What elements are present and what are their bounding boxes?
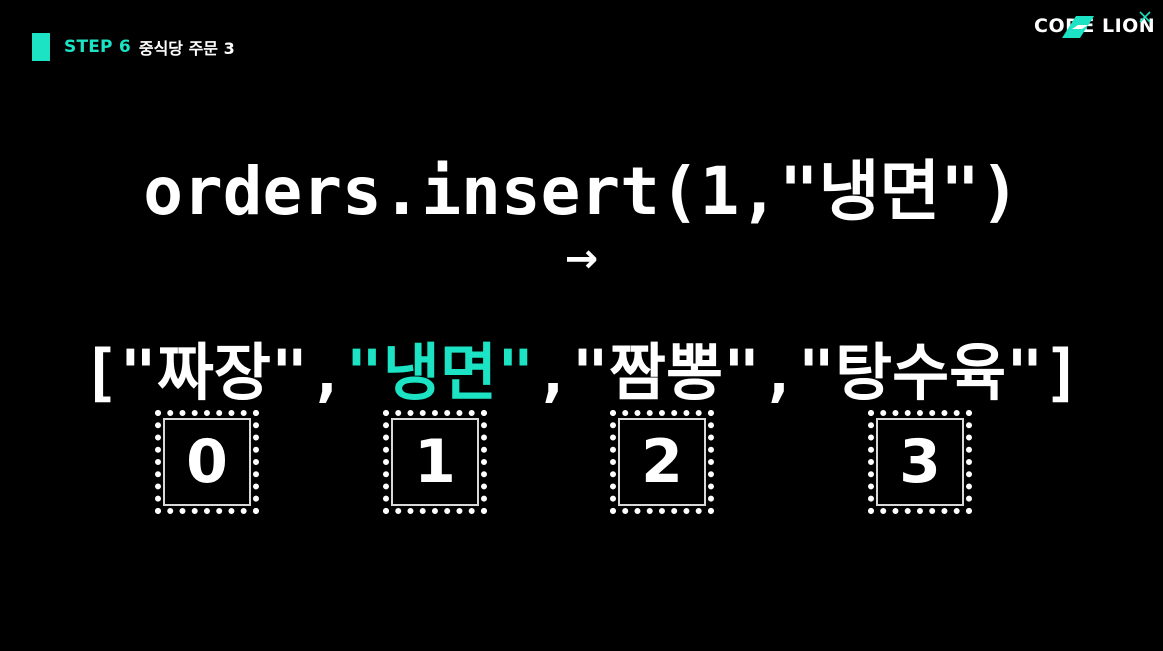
- step-header: STEP 6 중식당 주문 3: [32, 33, 235, 61]
- close-icon: [1139, 11, 1151, 23]
- array-item-2: "짬뽕": [571, 336, 761, 409]
- step-label: STEP 6: [64, 37, 131, 57]
- array-item-0: "짜장": [119, 336, 309, 409]
- array-literal: ["짜장","냉면","짬뽕","탕수육"]: [0, 322, 1163, 412]
- logo-slash-icon: [1062, 16, 1094, 38]
- array-close-bracket: ]: [1043, 336, 1081, 409]
- index-box-1: 1: [383, 410, 487, 514]
- code-lion-logo: CODE LION: [1034, 11, 1155, 44]
- array-separator: ,: [534, 336, 572, 409]
- array-open-bracket: [: [82, 336, 120, 409]
- result-arrow: →: [564, 236, 599, 282]
- array-separator: ,: [308, 336, 346, 409]
- index-box-2: 2: [610, 410, 714, 514]
- array-item-3: "탕수육": [797, 336, 1044, 409]
- code-statement: orders.insert(1,"냉면"): [143, 153, 1020, 230]
- array-item-1-highlighted: "냉면": [345, 336, 535, 409]
- step-title: 중식당 주문 3: [138, 39, 235, 58]
- step-accent-bar: [32, 33, 50, 61]
- index-box-3: 3: [868, 410, 972, 514]
- array-separator: ,: [760, 336, 798, 409]
- index-box-0: 0: [155, 410, 259, 514]
